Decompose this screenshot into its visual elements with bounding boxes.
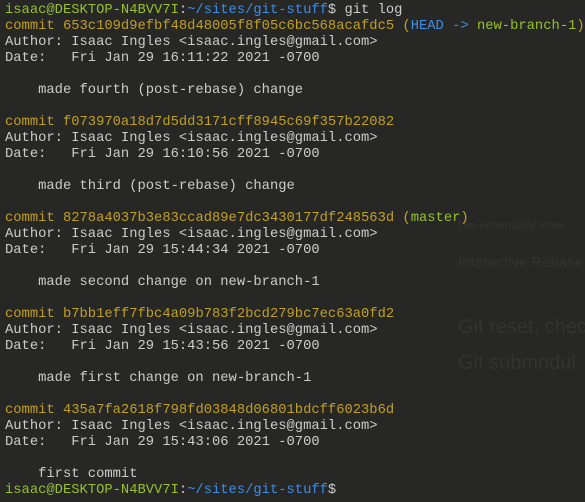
prompt-path: ~/sites/git-stuff (187, 3, 328, 18)
commit-message: made second change on new-branch-1 (38, 275, 320, 290)
terminal-output[interactable]: isaac@DESKTOP-N4BVV7I:~/sites/git-stuff$… (5, 3, 585, 499)
author-value: Isaac Ingles <isaac.ingles@gmail.com> (71, 323, 378, 338)
author-value: Isaac Ingles <isaac.ingles@gmail.com> (71, 419, 378, 434)
author-line: Author: Isaac Ingles <isaac.ingles@gmail… (5, 227, 585, 243)
author-label: Author: (5, 419, 72, 434)
message-line: made third (post-rebase) change (5, 179, 585, 195)
message-line: made fourth (post-rebase) change (5, 83, 585, 99)
commit-line: commit 435a7fa2618f798fd03848d06801bdcff… (5, 403, 585, 419)
commit-hash: 653c109d9efbf48d48005f8f05c6bc568acafdc5 (62, 19, 395, 34)
message-line: made first change on new-branch-1 (5, 371, 585, 387)
prompt-line: isaac@DESKTOP-N4BVV7I:~/sites/git-stuff$ (5, 483, 585, 499)
date-line: Date: Fri Jan 29 16:10:56 2021 -0700 (5, 147, 585, 163)
commit-label: commit (5, 211, 63, 226)
author-label: Author: (5, 131, 72, 146)
commit-hash: f073970a18d7d5dd3171cff8945c69f357b22082 (62, 115, 395, 130)
date-label: Date: (5, 147, 72, 162)
ref-paren: ( (394, 211, 411, 226)
commit-message: made third (post-rebase) change (38, 179, 295, 194)
commit-message: made fourth (post-rebase) change (38, 83, 304, 98)
author-value: Isaac Ingles <isaac.ingles@gmail.com> (71, 35, 378, 50)
commit-label: commit (5, 403, 63, 418)
prompt-separator: : (178, 3, 188, 18)
command-text: git log (336, 3, 403, 18)
date-line: Date: Fri Jan 29 16:11:22 2021 -0700 (5, 51, 585, 67)
commit-message: first commit (38, 467, 138, 482)
date-label: Date: (5, 435, 72, 450)
date-value: Fri Jan 29 16:11:22 2021 -0700 (71, 51, 320, 66)
author-value: Isaac Ingles <isaac.ingles@gmail.com> (71, 227, 378, 242)
prompt-user-host: isaac@DESKTOP-N4BVV7I (5, 483, 179, 498)
prompt-separator: : (178, 483, 188, 498)
date-line: Date: Fri Jan 29 15:43:06 2021 -0700 (5, 435, 585, 451)
commit-line: commit 653c109d9efbf48d48005f8f05c6bc568… (5, 19, 585, 35)
date-line: Date: Fri Jan 29 15:43:56 2021 -0700 (5, 339, 585, 355)
commit-label: commit (5, 307, 63, 322)
date-label: Date: (5, 243, 72, 258)
commit-hash: 435a7fa2618f798fd03848d06801bdcff6023b6d (62, 403, 395, 418)
commit-line: commit f073970a18d7d5dd3171cff8945c69f35… (5, 115, 585, 131)
prompt-symbol: $ (327, 3, 337, 18)
author-label: Author: (5, 35, 72, 50)
branch-ref: new-branch-1 (476, 19, 577, 34)
date-label: Date: (5, 51, 72, 66)
commit-message: made first change on new-branch-1 (38, 371, 312, 386)
ref-paren: ( (394, 19, 411, 34)
author-line: Author: Isaac Ingles <isaac.ingles@gmail… (5, 323, 585, 339)
author-value: Isaac Ingles <isaac.ingles@gmail.com> (71, 131, 378, 146)
prompt-symbol: $ (327, 483, 337, 498)
commit-hash: b7bb1eff7fbc4a09b783f2bcd279bc7ec63a0fd2 (62, 307, 395, 322)
head-ref: HEAD -> (410, 19, 469, 34)
author-line: Author: Isaac Ingles <isaac.ingles@gmail… (5, 419, 585, 435)
prompt-path: ~/sites/git-stuff (187, 483, 328, 498)
date-line: Date: Fri Jan 29 15:44:34 2021 -0700 (5, 243, 585, 259)
commit-line: commit 8278a4037b3e83ccad89e7dc3430177df… (5, 211, 585, 227)
ref-paren: ) (576, 19, 585, 34)
author-label: Author: (5, 227, 72, 242)
message-line: made second change on new-branch-1 (5, 275, 585, 291)
prompt-user-host: isaac@DESKTOP-N4BVV7I (5, 3, 179, 18)
author-line: Author: Isaac Ingles <isaac.ingles@gmail… (5, 131, 585, 147)
branch-ref: master (410, 211, 461, 226)
message-line: first commit (5, 467, 585, 483)
commit-hash: 8278a4037b3e83ccad89e7dc3430177df248563d (62, 211, 395, 226)
date-value: Fri Jan 29 15:44:34 2021 -0700 (71, 243, 320, 258)
date-value: Fri Jan 29 15:43:56 2021 -0700 (71, 339, 320, 354)
commit-label: commit (5, 19, 63, 34)
ref-paren: ) (460, 211, 469, 226)
author-line: Author: Isaac Ingles <isaac.ingles@gmail… (5, 35, 585, 51)
date-value: Fri Jan 29 16:10:56 2021 -0700 (71, 147, 320, 162)
date-value: Fri Jan 29 15:43:06 2021 -0700 (71, 435, 320, 450)
commit-line: commit b7bb1eff7fbc4a09b783f2bcd279bc7ec… (5, 307, 585, 323)
commit-label: commit (5, 115, 63, 130)
author-label: Author: (5, 323, 72, 338)
date-label: Date: (5, 339, 72, 354)
prompt-line: isaac@DESKTOP-N4BVV7I:~/sites/git-stuff$… (5, 3, 585, 19)
